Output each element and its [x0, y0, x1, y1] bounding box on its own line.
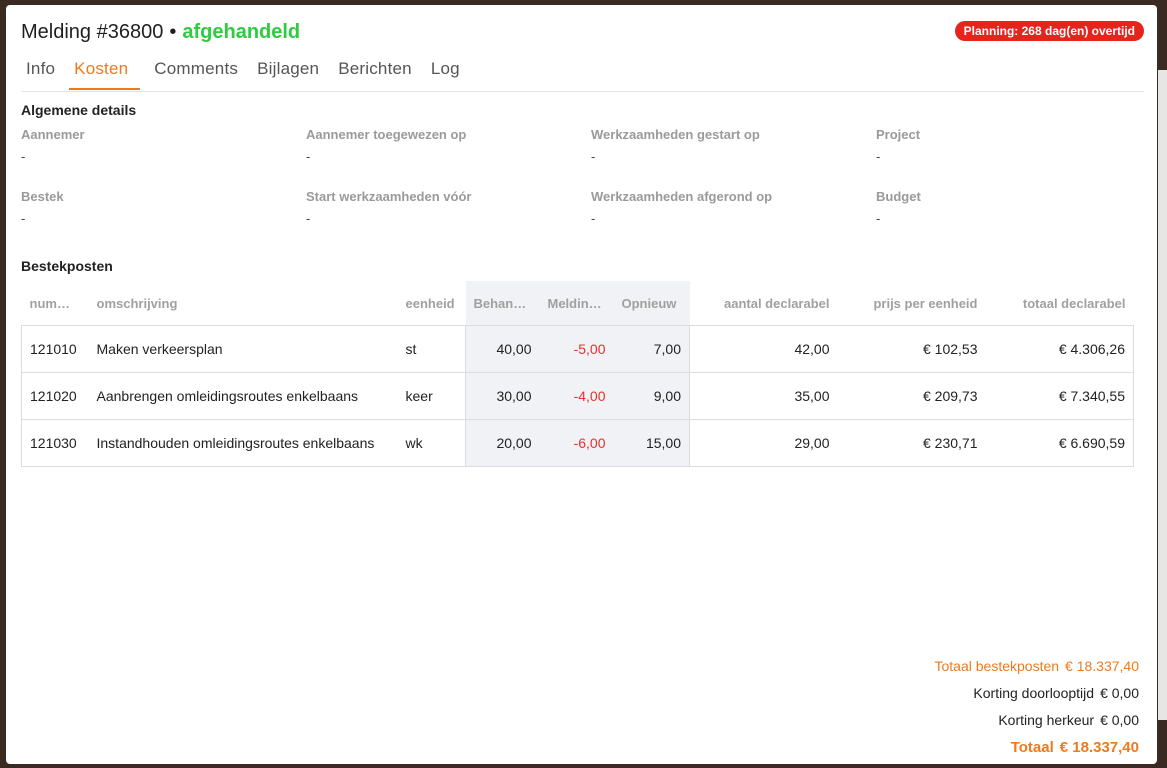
- detail-aannemer-toegewezen-op: Aannemer toegewezen op -: [306, 127, 586, 165]
- totaal-bestekposten-label: Totaal bestekposten: [934, 658, 1060, 674]
- korting-herkeur-label: Korting herkeur: [998, 712, 1095, 728]
- korting-doorlooptijd-value: € 0,00: [1100, 685, 1139, 701]
- cell-omschrijving: Aanbrengen omleidingsroutes enkelbaans: [88, 372, 398, 420]
- cell-totaal-declarabel: € 4.306,26: [985, 325, 1134, 373]
- detail-project: Project -: [876, 127, 1156, 165]
- tab-comments[interactable]: Comments: [149, 55, 243, 86]
- totals-summary: Totaal bestekposten € 18.337,40 Korting d…: [935, 653, 1140, 761]
- cell-behandeld: 20,00: [465, 419, 540, 467]
- cell-aantal-declarabel: 35,00: [689, 372, 838, 420]
- col-header-opnieuw[interactable]: Opnieuw: [613, 281, 690, 326]
- cell-melding: -5,00: [539, 325, 614, 373]
- col-header-melding[interactable]: Melding ...: [539, 281, 614, 326]
- totaal-row: Totaal € 18.337,40: [935, 734, 1139, 761]
- tab-bijlagen[interactable]: Bijlagen: [252, 55, 324, 86]
- detail-label: Aannemer: [21, 127, 85, 142]
- modal-header: Melding #36800 • afgehandeld Planning: 268…: [21, 19, 1144, 49]
- detail-label: Start werkzaamheden vóór: [306, 189, 472, 204]
- korting-doorlooptijd-label: Korting doorlooptijd: [973, 685, 1095, 701]
- status-label: afgehandeld: [182, 21, 301, 43]
- col-header-omschrijving[interactable]: omschrijving: [89, 281, 398, 326]
- totaal-value: € 18.337,40: [1059, 739, 1139, 756]
- cell-opnieuw: 7,00: [613, 325, 690, 373]
- detail-value: -: [876, 211, 881, 226]
- cell-nummer: 121020: [21, 372, 89, 420]
- detail-werkzaamheden-afgerond-op: Werkzaamheden afgerond op -: [591, 189, 871, 227]
- totaal-label: Totaal: [1010, 739, 1054, 756]
- detail-value: -: [21, 211, 26, 226]
- detail-label: Werkzaamheden afgerond op: [591, 189, 773, 204]
- detail-werkzaamheden-gestart-op: Werkzaamheden gestart op -: [591, 127, 871, 165]
- detail-bestek: Bestek -: [21, 189, 301, 227]
- page-scrollbar[interactable]: [1158, 70, 1167, 720]
- cell-prijs-per-eenheid: € 230,71: [837, 419, 986, 467]
- detail-label: Aannemer toegewezen op: [306, 127, 467, 142]
- cell-totaal-declarabel: € 6.690,59: [985, 419, 1134, 467]
- cell-totaal-declarabel: € 7.340,55: [985, 372, 1134, 420]
- table-row[interactable]: 121010 Maken verkeersplan st 40,00 -5,00…: [21, 325, 1134, 373]
- cell-prijs-per-eenheid: € 102,53: [837, 325, 986, 373]
- detail-label: Werkzaamheden gestart op: [591, 127, 760, 142]
- title-separator: •: [169, 21, 177, 43]
- bestekposten-table: nummer omschrijving eenheid Behandeld Me…: [21, 281, 1134, 467]
- bestekposten-table-wrap: nummer omschrijving eenheid Behandeld Me…: [21, 281, 1134, 467]
- cell-omschrijving: Maken verkeersplan: [88, 325, 398, 373]
- detail-value: -: [306, 149, 311, 164]
- tab-berichten[interactable]: Berichten: [333, 55, 417, 86]
- detail-value: -: [591, 211, 596, 226]
- cell-opnieuw: 9,00: [613, 372, 690, 420]
- detail-budget: Budget -: [876, 189, 1156, 227]
- col-header-totaal-declarabel[interactable]: totaal declarabel: [986, 281, 1134, 326]
- cell-eenheid: st: [397, 325, 466, 373]
- section-title-algemene-details: Algemene details: [21, 102, 137, 118]
- table-row[interactable]: 121020 Aanbrengen omleidingsroutes enkel…: [21, 372, 1134, 420]
- cell-nummer: 121030: [21, 419, 89, 467]
- col-header-behandeld[interactable]: Behandeld: [465, 281, 540, 326]
- cell-eenheid: keer: [397, 372, 466, 420]
- cell-omschrijving: Instandhouden omleidingsroutes enkelbaan…: [88, 419, 398, 467]
- detail-value: -: [591, 149, 596, 164]
- section-title-bestekposten: Bestekposten: [21, 258, 113, 274]
- tab-info[interactable]: Info: [21, 55, 60, 86]
- korting-herkeur-row: Korting herkeur € 0,00: [935, 707, 1139, 734]
- cell-opnieuw: 15,00: [613, 419, 690, 467]
- tab-log[interactable]: Log: [426, 55, 465, 86]
- detail-start-werkzaamheden-voor: Start werkzaamheden vóór -: [306, 189, 586, 227]
- detail-value: -: [21, 149, 26, 164]
- melding-modal: Melding #36800 • afgehandeld Planning: 268…: [6, 5, 1157, 764]
- col-header-aantal-declarabel[interactable]: aantal declarabel: [690, 281, 838, 326]
- totaal-bestekposten-value: € 18.337,40: [1065, 658, 1139, 674]
- cell-behandeld: 30,00: [465, 372, 540, 420]
- page-title: Melding #36800 • afgehandeld: [21, 19, 300, 45]
- detail-value: -: [306, 211, 311, 226]
- cell-behandeld: 40,00: [465, 325, 540, 373]
- col-header-prijs-per-eenheid[interactable]: prijs per eenheid: [838, 281, 986, 326]
- cell-melding: -6,00: [539, 419, 614, 467]
- detail-label: Project: [876, 127, 921, 142]
- cell-aantal-declarabel: 42,00: [689, 325, 838, 373]
- cell-nummer: 121010: [21, 325, 89, 373]
- col-header-eenheid[interactable]: eenheid: [398, 281, 466, 326]
- detail-label: Bestek: [21, 189, 64, 204]
- detail-value: -: [876, 149, 881, 164]
- totaal-bestekposten-row: Totaal bestekposten € 18.337,40: [935, 653, 1140, 680]
- cell-aantal-declarabel: 29,00: [689, 419, 838, 467]
- korting-doorlooptijd-row: Korting doorlooptijd € 0,00: [935, 680, 1139, 707]
- melding-number: Melding #36800: [21, 21, 164, 43]
- detail-label: Budget: [876, 189, 921, 204]
- cell-eenheid: wk: [397, 419, 466, 467]
- korting-herkeur-value: € 0,00: [1100, 712, 1139, 728]
- col-header-nummer[interactable]: nummer: [22, 281, 89, 326]
- tab-bar: Info Kosten Comments Bijlagen Berichten …: [21, 55, 1144, 92]
- planning-overdue-badge: Planning: 268 dag(en) overtijd: [954, 21, 1144, 41]
- cell-melding: -4,00: [539, 372, 614, 420]
- detail-aannemer: Aannemer -: [21, 127, 301, 165]
- table-header-row: nummer omschrijving eenheid Behandeld Me…: [22, 281, 1134, 326]
- table-row[interactable]: 121030 Instandhouden omleidingsroutes en…: [21, 419, 1134, 467]
- cell-prijs-per-eenheid: € 209,73: [837, 372, 986, 420]
- tab-kosten[interactable]: Kosten: [69, 55, 141, 90]
